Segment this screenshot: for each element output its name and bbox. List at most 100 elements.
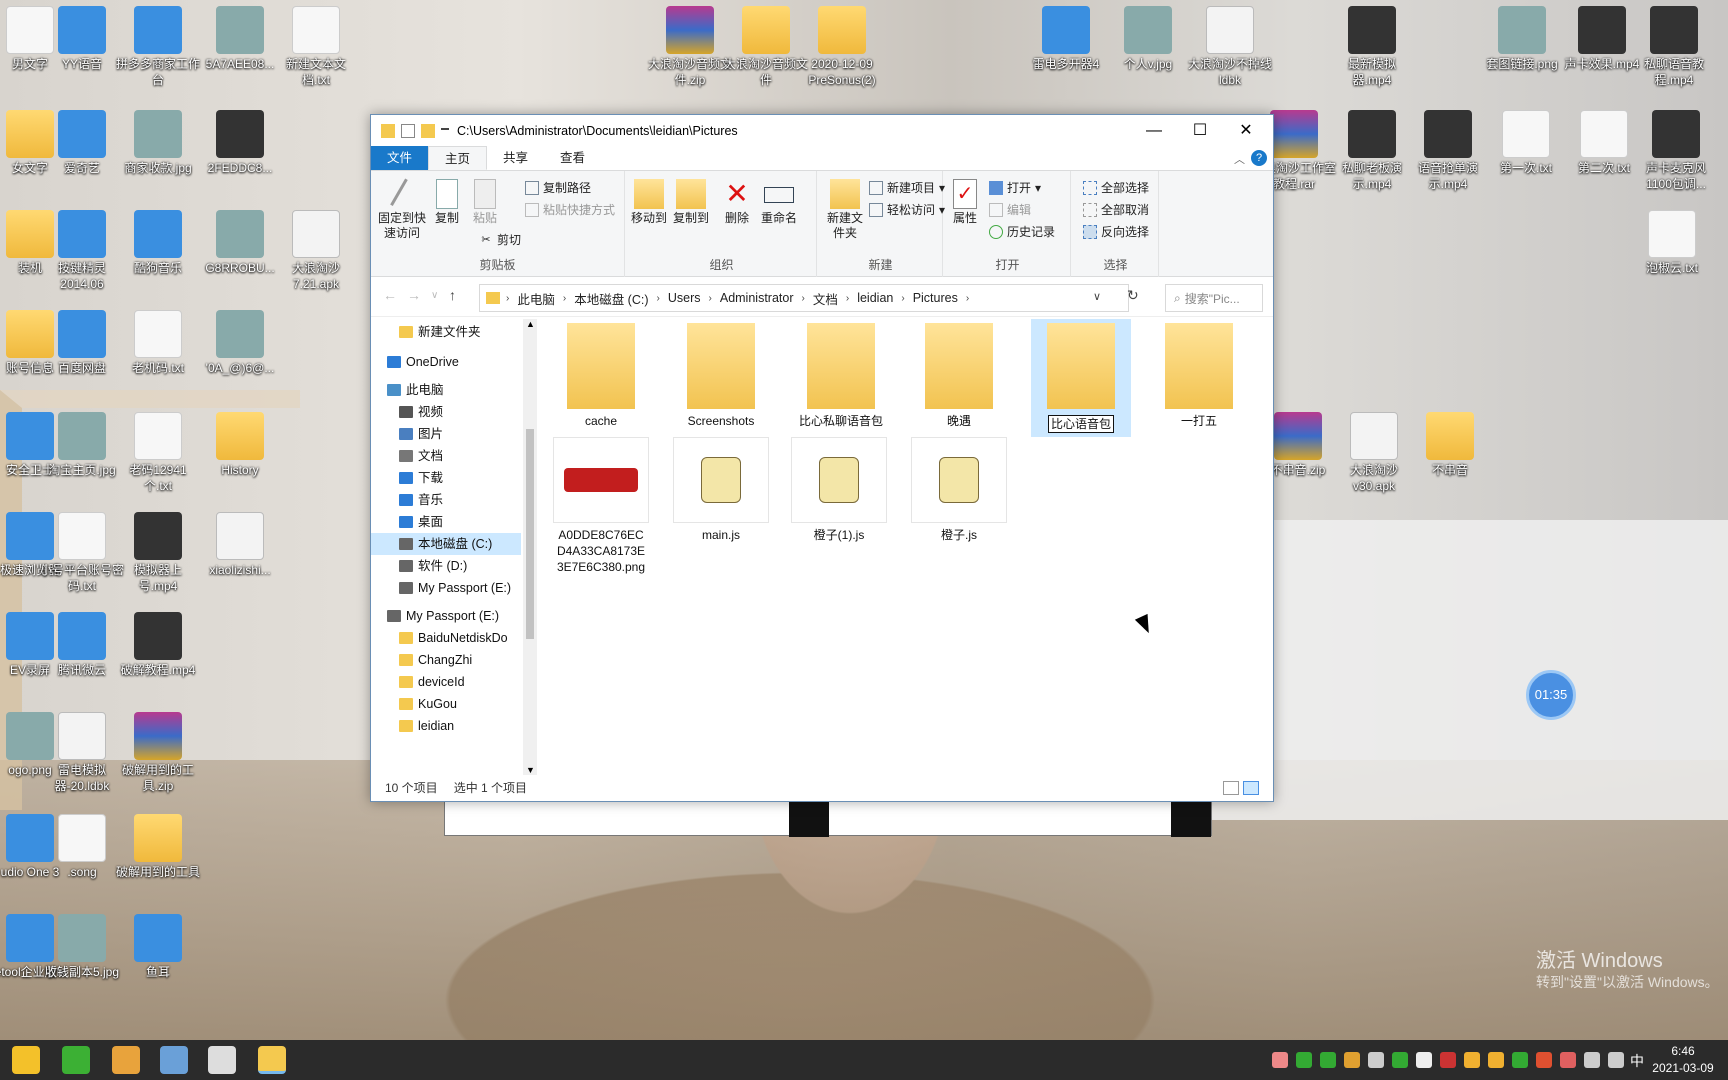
desktop-icon[interactable]: 大浪淘沙音频文件.zip [648,6,732,88]
desktop-icon[interactable]: 雷电模拟器-20.ldbk [40,712,124,794]
chevron-right-icon[interactable]: › [657,293,660,304]
desktop-icon[interactable]: 拼多多商家工作台 [116,6,200,88]
paste-button[interactable]: 粘贴 [467,179,503,226]
large-icons-view-icon[interactable] [1243,781,1259,795]
breadcrumb-item[interactable]: 文档 [811,289,840,308]
nav-item[interactable]: 桌面 [371,511,521,533]
desktop-icon[interactable]: 老码12941个.txt [116,412,200,494]
tray-icon[interactable] [1320,1052,1336,1068]
desktop-icon[interactable]: 声卡麦克风1100包调... [1634,110,1718,192]
chevron-right-icon[interactable]: › [846,293,849,304]
tray-icon[interactable] [1488,1052,1504,1068]
properties-quick-icon[interactable] [401,124,415,138]
cut-button[interactable]: ✂ 剪切 [479,231,521,248]
desktop-icon[interactable]: 爱奇艺 [40,110,124,176]
nav-item[interactable]: deviceId [371,671,521,693]
new-folder-quick-icon[interactable] [421,124,435,138]
file-item[interactable]: 晚遇 [909,323,1009,429]
tab-share[interactable]: 共享 [487,146,544,170]
rename-button[interactable]: 重命名 [757,179,801,226]
desktop-icon[interactable]: 按键精灵2014.06 [40,210,124,292]
nav-item[interactable]: 此电脑 [371,379,521,401]
open-button[interactable]: 打开 ▾ [989,179,1041,196]
invert-selection-button[interactable]: 反向选择 [1083,223,1149,240]
desktop-icon[interactable]: 2FEDDC8... [198,110,282,176]
desktop-icon[interactable]: 大浪淘沙7.21.apk [274,210,358,292]
easy-access-button[interactable]: 轻松访问 ▾ [869,201,945,218]
tray-icon[interactable] [1584,1052,1600,1068]
chevron-right-icon[interactable]: › [563,293,566,304]
edit-button[interactable]: 编辑 [989,201,1031,218]
file-item[interactable]: 橙子(1).js [789,437,889,543]
nav-scrollbar[interactable]: ▲ ▼ [523,319,537,775]
desktop-icon[interactable]: 第一次.txt [1484,110,1568,176]
clock[interactable]: 6:46 2021-03-09 [1648,1043,1718,1077]
file-item[interactable]: main.js [671,437,771,543]
desktop-icon[interactable]: 新建文本文档.txt [274,6,358,88]
address-bar[interactable]: › 此电脑 › 本地磁盘 (C:) › Users › Administrator › 文档 › l… [479,284,1129,312]
file-item[interactable]: A0DDE8C76EC D4A33CA8173E 3E7E6C380.png [551,437,651,575]
customize-toolbar-icon[interactable] [441,128,449,134]
desktop-icon[interactable]: 私聊老板演示.mp4 [1330,110,1414,192]
breadcrumb-item[interactable]: Users [666,291,703,305]
file-item[interactable]: cache [551,323,651,429]
notes-app-icon[interactable] [160,1046,188,1074]
desktop-icon[interactable]: 小号平台账号密码.txt [40,512,124,594]
desktop-icon[interactable]: 泡椒云.txt [1630,210,1714,276]
floating-timer[interactable]: 01:35 [1526,670,1576,720]
paste-shortcut-button[interactable]: 粘贴快捷方式 [525,201,615,218]
history-button[interactable]: 历史记录 [989,223,1055,240]
copy-to-button[interactable]: 复制到 [671,179,711,226]
nav-item[interactable]: KuGou [371,693,521,715]
move-to-button[interactable]: 移动到 [629,179,669,226]
file-item[interactable]: 一打五 [1149,323,1249,429]
desktop-icon[interactable]: 大浪淘沙音频文件 [724,6,808,88]
file-item[interactable]: 比心语音包 [1031,319,1131,437]
chevron-right-icon[interactable]: › [966,293,969,304]
breadcrumb-item[interactable]: Administrator [718,291,796,305]
desktop-icon[interactable]: xiaolizishi... [198,512,282,578]
desktop-icon[interactable]: 破解用到的工具 [116,814,200,880]
select-none-button[interactable]: 全部取消 [1083,201,1149,218]
recent-dropdown-icon[interactable]: ∨ [431,290,438,301]
minimize-button[interactable]: — [1131,115,1177,147]
nav-item[interactable]: 图片 [371,423,521,445]
search-box[interactable]: ⌕ 搜索"Pic... [1165,284,1263,312]
nav-item[interactable]: 本地磁盘 (C:) [371,533,521,555]
tab-view[interactable]: 查看 [544,146,601,170]
help-icon[interactable]: ? [1251,150,1267,166]
file-explorer-taskbar-icon[interactable] [258,1046,286,1074]
desktop-icon[interactable]: 个人v.jpg [1106,6,1190,72]
up-arrow-icon[interactable]: ↑ [449,287,456,303]
address-dropdown-icon[interactable]: ∨ [1093,290,1101,303]
close-button[interactable]: ✕ [1223,115,1269,147]
properties-button[interactable]: ✓ 属性 [947,179,983,226]
yy-app-icon[interactable] [112,1046,140,1074]
wechat-icon[interactable] [62,1046,90,1074]
desktop-icon[interactable]: 大浪淘沙不掉线ldbk [1188,6,1272,88]
title-bar[interactable]: C:\Users\Administrator\Documents\leidian… [371,115,1273,147]
desktop-icon[interactable]: 大浪淘沙v30.apk [1332,412,1416,494]
tray-icon[interactable] [1416,1052,1432,1068]
desktop-icon[interactable]: 5A7AEE08... [198,6,282,72]
forward-arrow-icon[interactable]: → [407,287,421,303]
desktop-icon[interactable]: 收钱副本5.jpg [40,914,124,980]
tray-icon[interactable] [1512,1052,1528,1068]
breadcrumb-item[interactable]: Pictures [911,291,960,305]
desktop-icon[interactable]: YY语音 [40,6,124,72]
desktop-icon[interactable]: 最新模拟器.mp4 [1330,6,1414,88]
desktop-icon[interactable]: 不串音 [1408,412,1492,478]
nav-item[interactable]: OneDrive [371,351,521,373]
copy-button[interactable]: 复制 [429,179,465,226]
select-all-button[interactable]: 全部选择 [1083,179,1149,196]
collapse-ribbon-icon[interactable]: ︿ [1234,151,1245,167]
tray-icon[interactable] [1560,1052,1576,1068]
tray-icon[interactable] [1272,1052,1288,1068]
desktop-icon[interactable]: 2020-12-09 PreSonus(2) [800,6,884,88]
tray-icon[interactable] [1464,1052,1480,1068]
studio-app-icon[interactable] [208,1046,236,1074]
details-view-icon[interactable] [1223,781,1239,795]
delete-button[interactable]: ✕ 删除 [719,179,755,226]
tray-icon[interactable] [1368,1052,1384,1068]
nav-item[interactable]: 音乐 [371,489,521,511]
